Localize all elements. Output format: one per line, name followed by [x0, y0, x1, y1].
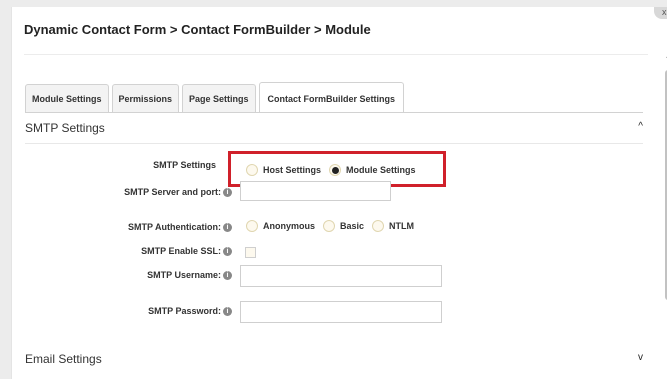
chevron-down-icon[interactable]: v: [638, 352, 643, 363]
info-icon: i: [223, 307, 232, 317]
smtp-password-input[interactable]: [240, 301, 442, 323]
smtp-section-divider: [25, 143, 643, 144]
smtp-username-label: SMTP Username: i: [112, 270, 232, 281]
smtp-password-label: SMTP Password: i: [112, 306, 232, 317]
smtp-authentication-label-text: SMTP Authentication:: [128, 222, 221, 232]
smtp-section-title: SMTP Settings: [25, 121, 105, 135]
smtp-username-input[interactable]: [240, 265, 442, 287]
info-icon: i: [223, 271, 232, 281]
ntlm-radio[interactable]: [372, 220, 385, 232]
basic-label[interactable]: Basic: [340, 221, 364, 231]
email-section-header[interactable]: Email Settings v: [25, 352, 645, 366]
smtp-server-input[interactable]: [240, 181, 391, 201]
smtp-settings-label-text: SMTP Settings: [153, 160, 216, 170]
info-icon: i: [223, 247, 232, 257]
tab-permissions[interactable]: Permissions: [111, 84, 180, 113]
basic-radio[interactable]: [323, 220, 336, 232]
smtp-settings-label: SMTP Settings: [122, 160, 216, 170]
anonymous-radio[interactable]: [246, 220, 258, 232]
scrollbar[interactable]: ▲: [663, 52, 667, 322]
smtp-enable-ssl-label: SMTP Enable SSL: i: [112, 246, 232, 257]
tab-module-settings[interactable]: Module Settings: [25, 84, 109, 113]
info-icon: i: [223, 223, 232, 233]
smtp-auth-radio-group: Anonymous Basic NTLM: [246, 220, 422, 232]
tabs-divider: [25, 112, 643, 113]
smtp-enable-ssl-label-text: SMTP Enable SSL:: [141, 246, 221, 256]
tab-bar: Module Settings Permissions Page Setting…: [25, 82, 405, 113]
smtp-username-label-text: SMTP Username:: [147, 270, 221, 280]
info-icon: i: [223, 188, 232, 198]
smtp-server-label-text: SMTP Server and port:: [124, 187, 221, 197]
close-button[interactable]: x: [654, 7, 667, 19]
tab-page-settings[interactable]: Page Settings: [182, 84, 256, 113]
email-section-title: Email Settings: [25, 352, 102, 366]
anonymous-label[interactable]: Anonymous: [263, 221, 315, 231]
ntlm-label[interactable]: NTLM: [389, 221, 414, 231]
chevron-up-icon[interactable]: ^: [638, 121, 643, 132]
smtp-enable-ssl-checkbox[interactable]: [245, 247, 256, 258]
title-divider: [24, 54, 648, 55]
tab-contact-formbuilder-settings[interactable]: Contact FormBuilder Settings: [258, 82, 405, 113]
breadcrumb: Dynamic Contact Form > Contact FormBuild…: [24, 22, 371, 37]
smtp-password-label-text: SMTP Password:: [148, 306, 221, 316]
module-settings-dialog: x Dynamic Contact Form > Contact FormBui…: [11, 7, 667, 379]
smtp-section-header[interactable]: SMTP Settings ^: [25, 121, 645, 135]
smtp-authentication-label: SMTP Authentication: i: [98, 222, 232, 233]
smtp-server-label: SMTP Server and port: i: [102, 187, 232, 198]
